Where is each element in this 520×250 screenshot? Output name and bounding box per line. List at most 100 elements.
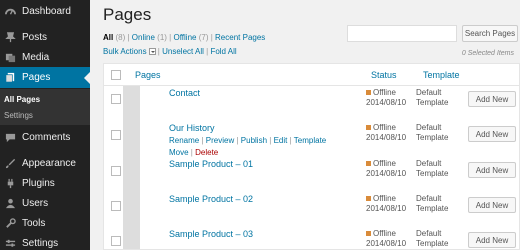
- sidebar-item-appearance[interactable]: Appearance: [0, 153, 90, 174]
- unselect-all-link[interactable]: Unselect All: [162, 47, 204, 56]
- row-checkbox[interactable]: [111, 201, 121, 211]
- submenu-settings[interactable]: Settings: [4, 111, 33, 120]
- row-checkbox[interactable]: [111, 130, 121, 140]
- sidebar-item-label: Tools: [22, 218, 46, 229]
- status-label: Offline: [373, 159, 396, 168]
- add-new-button[interactable]: Add New: [468, 91, 516, 107]
- template-label: Template: [416, 204, 449, 213]
- offline-status-icon: [366, 196, 371, 202]
- status-filter-links: All (8) | Online (1) | Offline (7) | Rec…: [103, 33, 265, 42]
- chevron-down-icon[interactable]: [148, 48, 156, 55]
- template-cell: Default Template: [416, 229, 448, 249]
- search-input[interactable]: [347, 25, 457, 42]
- bulk-actions-bar: Bulk Actions | Unselect All | Fold All: [103, 47, 237, 56]
- template-label: Default: [416, 123, 442, 132]
- template-cell: Default Template: [416, 194, 448, 214]
- sidebar-item-label: Appearance: [22, 158, 76, 169]
- offline-status-icon: [366, 231, 371, 237]
- add-new-button[interactable]: Add New: [468, 232, 516, 248]
- status-cell: Offline 2014/08/10: [366, 88, 406, 108]
- status-date: 2014/08/10: [366, 239, 407, 248]
- row-checkbox[interactable]: [111, 94, 121, 104]
- column-header-pages[interactable]: Pages: [135, 70, 161, 80]
- pages-table: Pages Status Template Contact Offline 20…: [103, 63, 520, 250]
- filter-recent-pages[interactable]: Recent Pages: [215, 33, 265, 42]
- select-all-checkbox[interactable]: [111, 70, 121, 80]
- fold-all-link[interactable]: Fold All: [210, 47, 236, 56]
- sidebar-item-comments[interactable]: Comments: [0, 127, 90, 148]
- table-row: Our History Rename | Preview | Publish |…: [104, 121, 519, 157]
- row-checkbox[interactable]: [111, 166, 121, 176]
- status-cell: Offline 2014/08/10: [366, 229, 406, 249]
- status-date: 2014/08/10: [366, 133, 407, 142]
- filter-all-count: (8): [115, 33, 126, 42]
- sidebar-item-label: Plugins: [22, 178, 55, 189]
- template-label: Default: [416, 229, 442, 238]
- pin-icon: [4, 32, 16, 44]
- table-row: Sample Product – 01 Offline 2014/08/10 D…: [104, 157, 519, 192]
- status-label: Offline: [373, 194, 396, 203]
- sidebar-item-dashboard[interactable]: Dashboard: [0, 1, 90, 22]
- table-row: Contact Offline 2014/08/10 Default Templ…: [104, 86, 519, 121]
- filter-all[interactable]: All: [103, 33, 113, 42]
- column-header-template[interactable]: Template: [423, 70, 460, 80]
- sidebar-item-media[interactable]: Media: [0, 47, 90, 68]
- filter-online[interactable]: Online: [132, 33, 155, 42]
- sidebar-item-pages[interactable]: Pages: [0, 67, 90, 88]
- status-label: Offline: [373, 229, 396, 238]
- delete-link[interactable]: Delete: [195, 148, 218, 157]
- page-title-link[interactable]: Sample Product – 02: [169, 194, 253, 204]
- page-title: Pages: [103, 5, 152, 24]
- template-label: Default: [416, 194, 442, 203]
- sidebar-item-label: Comments: [22, 132, 71, 143]
- add-new-button[interactable]: Add New: [468, 162, 516, 178]
- brush-icon: [4, 158, 16, 170]
- page-title-link[interactable]: Our History: [169, 123, 215, 133]
- sidebar-item-users[interactable]: Users: [0, 193, 90, 214]
- row-checkbox[interactable]: [111, 236, 121, 246]
- move-link[interactable]: Move: [169, 148, 189, 157]
- sidebar-item-label: Pages: [22, 72, 51, 83]
- template-label: Template: [416, 169, 449, 178]
- pages-submenu: All Pages Settings: [0, 89, 90, 125]
- filter-offline-count: (7): [198, 33, 209, 42]
- status-date: 2014/08/10: [366, 169, 407, 178]
- bulk-actions-dropdown[interactable]: Bulk Actions: [103, 47, 147, 56]
- template-link[interactable]: Template: [294, 136, 326, 145]
- table-row: Sample Product – 02 Offline 2014/08/10 D…: [104, 192, 519, 227]
- template-cell: Default Template: [416, 88, 448, 108]
- sidebar-item-posts[interactable]: Posts: [0, 27, 90, 48]
- template-cell: Default Template: [416, 159, 448, 179]
- sidebar-item-settings[interactable]: Settings: [0, 233, 90, 250]
- comment-icon: [4, 132, 16, 144]
- sidebar-item-tools[interactable]: Tools: [0, 213, 90, 234]
- plug-icon: [4, 178, 16, 190]
- users-icon: [4, 198, 16, 210]
- edit-link[interactable]: Edit: [274, 136, 288, 145]
- offline-status-icon: [366, 90, 371, 96]
- page-title-link[interactable]: Contact: [169, 88, 200, 98]
- publish-link[interactable]: Publish: [241, 136, 267, 145]
- status-cell: Offline 2014/08/10: [366, 159, 406, 179]
- sidebar-item-label: Posts: [22, 32, 48, 43]
- template-label: Template: [416, 98, 449, 107]
- add-new-button[interactable]: Add New: [468, 126, 516, 142]
- page-title-link[interactable]: Sample Product – 03: [169, 229, 253, 239]
- status-date: 2014/08/10: [366, 98, 407, 107]
- media-icon: [4, 52, 16, 64]
- table-row: Sample Product – 03 Offline 2014/08/10 D…: [104, 227, 519, 249]
- page-title-link[interactable]: Sample Product – 01: [169, 159, 253, 169]
- dashboard-icon: [4, 6, 16, 18]
- status-cell: Offline 2014/08/10: [366, 123, 406, 143]
- submenu-all-pages[interactable]: All Pages: [4, 95, 40, 104]
- column-header-status[interactable]: Status: [371, 70, 397, 80]
- sidebar-item-label: Media: [22, 52, 50, 63]
- preview-link[interactable]: Preview: [206, 136, 234, 145]
- add-new-button[interactable]: Add New: [468, 197, 516, 213]
- selected-items-count: 0 Selected Items: [461, 50, 514, 57]
- filter-offline[interactable]: Offline: [173, 33, 196, 42]
- search-pages-button[interactable]: Search Pages: [462, 25, 518, 42]
- settings-icon: [4, 238, 16, 250]
- sidebar-item-plugins[interactable]: Plugins: [0, 173, 90, 194]
- rename-link[interactable]: Rename: [169, 136, 199, 145]
